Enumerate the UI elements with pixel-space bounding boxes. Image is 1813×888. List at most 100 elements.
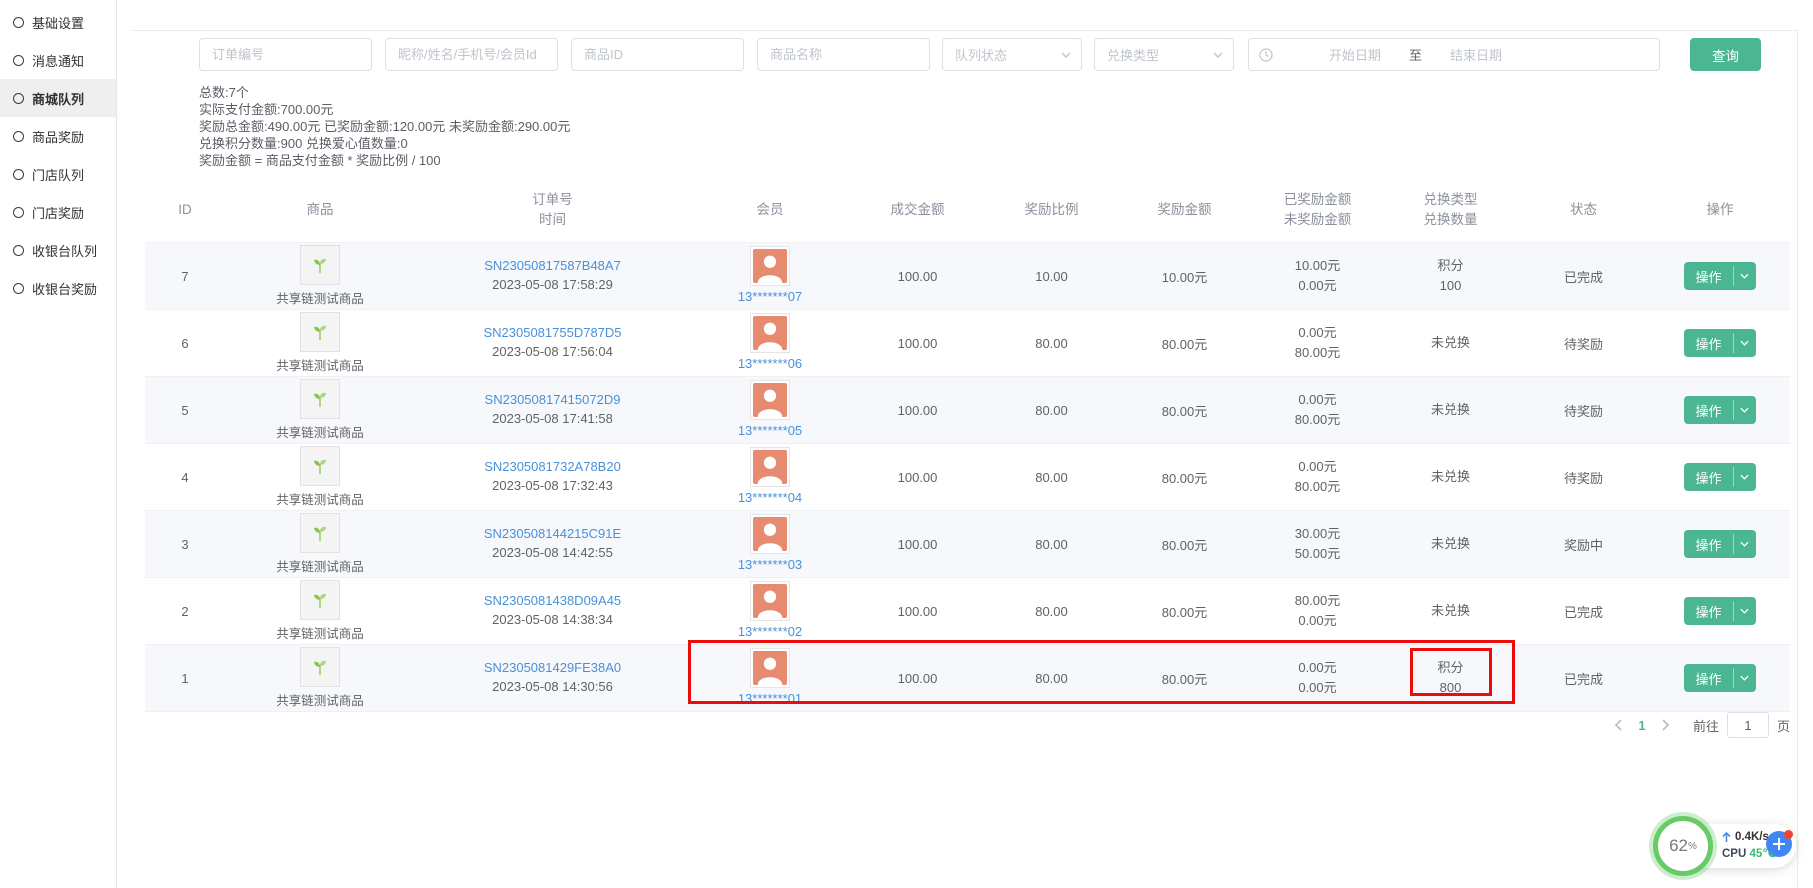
sidebar-item-product-reward[interactable]: 商品奖励 xyxy=(0,117,116,155)
sidebar: 基础设置 消息通知 商城队列 商品奖励 门店队列 门店奖励 收银台队列 收银台奖… xyxy=(0,0,117,888)
cell-status: 奖励中 xyxy=(1517,511,1650,578)
member-link[interactable]: 13*******07 xyxy=(738,288,802,306)
product-name-input[interactable] xyxy=(757,38,930,71)
cell-exchange: 积分100 xyxy=(1384,243,1517,310)
chevron-down-icon xyxy=(1734,262,1756,290)
action-button[interactable]: 操作 xyxy=(1684,530,1755,558)
monitor-plus-button[interactable] xyxy=(1766,831,1792,857)
cell-exchange: 未兑换 xyxy=(1384,444,1517,511)
member-search-input[interactable] xyxy=(385,38,558,71)
action-button[interactable]: 操作 xyxy=(1684,262,1755,290)
cell-ratio: 80.00 xyxy=(985,310,1118,377)
cell-ratio: 80.00 xyxy=(985,645,1118,712)
order-time: 2023-05-08 14:30:56 xyxy=(415,677,690,697)
member-avatar[interactable] xyxy=(750,246,790,286)
cell-reward: 80.00元 xyxy=(1118,645,1251,712)
action-button[interactable]: 操作 xyxy=(1684,396,1755,424)
monitor-percent-ring: 62% xyxy=(1653,816,1713,876)
plant-icon xyxy=(312,256,328,274)
order-time: 2023-05-08 17:41:58 xyxy=(415,409,690,429)
sidebar-item-label: 消息通知 xyxy=(32,51,84,70)
order-link[interactable]: SN2305081438D09A45 xyxy=(484,592,621,610)
col-header-rewarded: 已奖励金额未奖励金额 xyxy=(1251,178,1384,243)
order-link[interactable]: SN2305081755D787D5 xyxy=(483,324,621,342)
sidebar-item-basic-settings[interactable]: 基础设置 xyxy=(0,3,116,41)
circle-icon xyxy=(13,207,24,218)
action-button[interactable]: 操作 xyxy=(1684,664,1755,692)
sidebar-item-mall-queue[interactable]: 商城队列 xyxy=(0,79,116,117)
sidebar-item-label: 门店队列 xyxy=(32,165,84,184)
order-no-input[interactable] xyxy=(199,38,372,71)
col-header-amount: 成交金额 xyxy=(850,178,985,243)
cell-amount: 100.00 xyxy=(850,578,985,645)
member-avatar[interactable] xyxy=(750,380,790,420)
col-header-ratio: 奖励比例 xyxy=(985,178,1118,243)
page-number[interactable]: 1 xyxy=(1629,718,1655,733)
prev-page-icon[interactable] xyxy=(1607,712,1629,738)
cell-amount: 100.00 xyxy=(850,444,985,511)
cell-exchange: 积分800 xyxy=(1384,645,1517,712)
action-button[interactable]: 操作 xyxy=(1684,329,1755,357)
member-avatar[interactable] xyxy=(750,313,790,353)
member-link[interactable]: 13*******03 xyxy=(738,556,802,574)
start-date-placeholder: 开始日期 xyxy=(1329,45,1381,64)
member-avatar[interactable] xyxy=(750,514,790,554)
sidebar-item-message-notify[interactable]: 消息通知 xyxy=(0,41,116,79)
order-link[interactable]: SN2305081732A78B20 xyxy=(484,458,621,476)
member-link[interactable]: 13*******06 xyxy=(738,355,802,373)
sidebar-item-cashier-queue[interactable]: 收银台队列 xyxy=(0,231,116,269)
range-separator: 至 xyxy=(1409,45,1422,64)
cell-status: 待奖励 xyxy=(1517,444,1650,511)
col-header-status: 状态 xyxy=(1517,178,1650,243)
search-button[interactable]: 查询 xyxy=(1690,38,1761,71)
plant-icon xyxy=(312,323,328,341)
product-thumbnail xyxy=(300,312,340,352)
col-header-product: 商品 xyxy=(225,178,415,243)
member-avatar[interactable] xyxy=(750,447,790,487)
cell-reward: 80.00元 xyxy=(1118,578,1251,645)
summary-block: 总数:7个 实际支付金额:700.00元 奖励总金额:490.00元 已奖励金额… xyxy=(199,84,570,169)
cell-id: 7 xyxy=(145,243,225,310)
action-button[interactable]: 操作 xyxy=(1684,463,1755,491)
member-avatar[interactable] xyxy=(750,581,790,621)
col-header-action: 操作 xyxy=(1650,178,1790,243)
product-name: 共享链测试商品 xyxy=(276,422,364,441)
col-header-reward: 奖励金额 xyxy=(1118,178,1251,243)
order-link[interactable]: SN230508144215C91E xyxy=(484,525,621,543)
next-page-icon[interactable] xyxy=(1655,712,1677,738)
order-link[interactable]: SN23050817587B48A7 xyxy=(484,257,621,275)
product-name: 共享链测试商品 xyxy=(276,288,364,307)
order-link[interactable]: SN2305081429FE38A0 xyxy=(484,659,621,677)
date-range-picker[interactable]: 开始日期 至 结束日期 xyxy=(1248,38,1660,71)
circle-icon xyxy=(13,245,24,256)
member-link[interactable]: 13*******02 xyxy=(738,623,802,641)
cell-exchange: 未兑换 xyxy=(1384,511,1517,578)
queue-status-select[interactable]: 队列状态 xyxy=(942,38,1082,71)
sidebar-item-cashier-reward[interactable]: 收银台奖励 xyxy=(0,269,116,307)
table-row: 4 共享链测试商品 SN2305081732A78B202023-05-08 1… xyxy=(145,444,1790,511)
circle-icon xyxy=(13,283,24,294)
member-link[interactable]: 13*******05 xyxy=(738,422,802,440)
goto-label: 前往 xyxy=(1693,716,1719,735)
sidebar-item-store-reward[interactable]: 门店奖励 xyxy=(0,193,116,231)
goto-page-input[interactable] xyxy=(1727,712,1769,738)
action-button[interactable]: 操作 xyxy=(1684,597,1755,625)
exchange-type-select[interactable]: 兑换类型 xyxy=(1094,38,1234,71)
end-date-placeholder: 结束日期 xyxy=(1450,45,1502,64)
member-link[interactable]: 13*******01 xyxy=(738,690,802,708)
table-row: 5 共享链测试商品 SN23050817415072D92023-05-08 1… xyxy=(145,377,1790,444)
product-name: 共享链测试商品 xyxy=(276,623,364,642)
product-id-input[interactable] xyxy=(571,38,744,71)
member-avatar[interactable] xyxy=(750,648,790,688)
exchange-type-placeholder: 兑换类型 xyxy=(1107,45,1159,64)
cell-amount: 100.00 xyxy=(850,377,985,444)
filter-bar: 队列状态 兑换类型 开始日期 至 结束日期 查询 xyxy=(199,38,1761,71)
circle-icon xyxy=(13,55,24,66)
cell-reward: 80.00元 xyxy=(1118,511,1251,578)
sidebar-item-store-queue[interactable]: 门店队列 xyxy=(0,155,116,193)
cell-rewarded: 30.00元50.00元 xyxy=(1251,511,1384,578)
order-time: 2023-05-08 17:58:29 xyxy=(415,275,690,295)
order-link[interactable]: SN23050817415072D9 xyxy=(485,391,621,409)
plant-icon xyxy=(312,524,328,542)
member-link[interactable]: 13*******04 xyxy=(738,489,802,507)
